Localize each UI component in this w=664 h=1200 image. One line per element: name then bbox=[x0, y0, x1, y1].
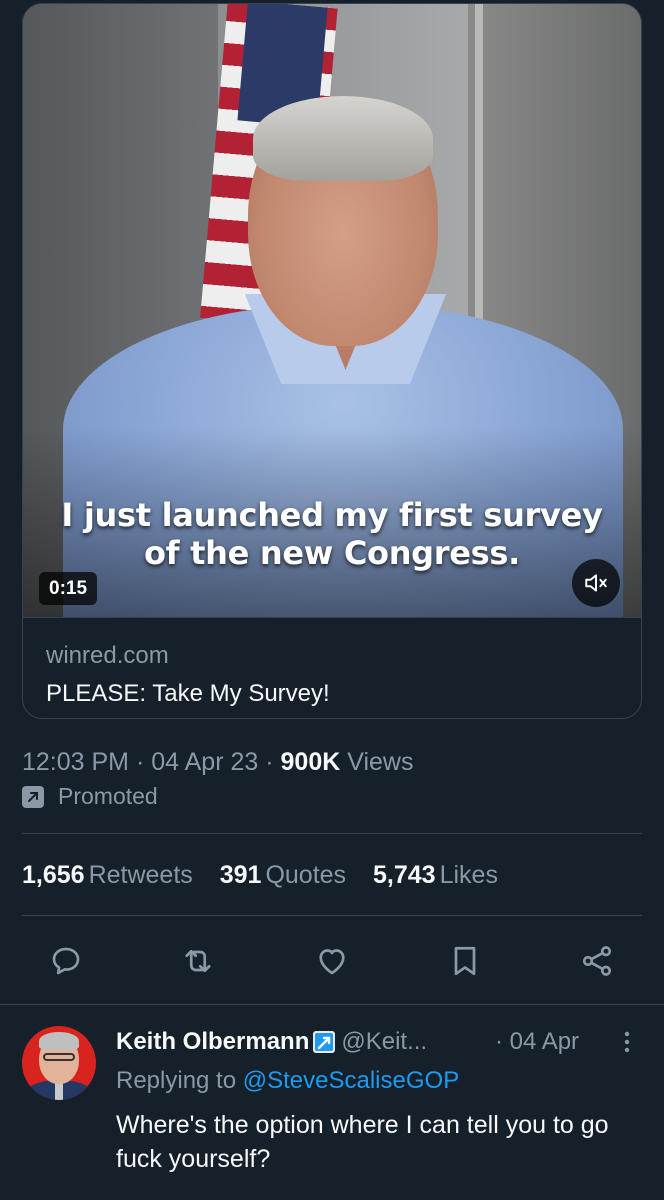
tweet-timestamp-row: 12:03 PM · 04 Apr 23 · 900K Views bbox=[22, 748, 413, 777]
reply-button[interactable] bbox=[48, 943, 84, 979]
likes-stat[interactable]: 5,743 Likes bbox=[373, 861, 498, 890]
avatar-hair bbox=[39, 1032, 79, 1050]
divider bbox=[22, 833, 642, 834]
separator-dot: · bbox=[265, 748, 281, 776]
video-door-frame bbox=[475, 4, 483, 334]
share-button[interactable] bbox=[579, 943, 615, 979]
like-icon bbox=[319, 949, 345, 975]
likes-label: Likes bbox=[439, 861, 498, 889]
retweets-stat[interactable]: 1,656 Retweets bbox=[22, 861, 193, 890]
views-label: Views bbox=[347, 748, 414, 776]
reply-author-handle[interactable]: @Keit... bbox=[341, 1028, 427, 1056]
reply-author-row: Keith Olbermann @Keit... bbox=[116, 1028, 427, 1056]
mute-button[interactable] bbox=[572, 559, 620, 607]
verified-checkmark-icon bbox=[313, 1031, 336, 1053]
bookmark-button[interactable] bbox=[447, 943, 483, 979]
replying-to-handle-link[interactable]: @SteveScaliseGOP bbox=[243, 1067, 459, 1094]
avatar-tie bbox=[55, 1082, 63, 1100]
promoted-arrow-icon bbox=[22, 785, 44, 808]
like-button[interactable] bbox=[314, 943, 350, 979]
avatar[interactable] bbox=[22, 1026, 96, 1100]
video-caption-line-1: I just launched my first survey bbox=[61, 496, 603, 534]
reply-author-name[interactable]: Keith Olbermann bbox=[116, 1028, 309, 1056]
reply-date[interactable]: · 04 Apr bbox=[495, 1028, 579, 1056]
more-vertical-icon bbox=[624, 1031, 630, 1053]
quotes-count: 391 bbox=[219, 861, 262, 889]
divider bbox=[0, 1004, 664, 1005]
link-domain: winred.com bbox=[46, 642, 169, 669]
tweet-action-bar bbox=[0, 935, 664, 987]
retweets-count: 1,656 bbox=[22, 861, 85, 889]
video-caption-line-2: of the new Congress. bbox=[143, 534, 521, 572]
likes-count: 5,743 bbox=[373, 861, 436, 889]
replying-to-prefix: Replying to bbox=[116, 1067, 237, 1094]
separator-dot: · bbox=[135, 748, 152, 776]
speaker-hair bbox=[253, 96, 433, 181]
link-preview[interactable]: winred.com PLEASE: Take My Survey! bbox=[23, 617, 641, 718]
tweet-date[interactable]: 04 Apr 23 bbox=[151, 748, 258, 776]
promoted-label: Promoted bbox=[58, 783, 158, 809]
quotes-label: Quotes bbox=[265, 861, 347, 889]
more-options-button[interactable] bbox=[616, 1028, 638, 1056]
reply-icon bbox=[52, 947, 80, 975]
promoted-indicator: Promoted bbox=[22, 783, 158, 810]
retweets-label: Retweets bbox=[88, 861, 193, 889]
reply-text: Where's the option where I can tell you … bbox=[116, 1111, 609, 1173]
replying-to-line: Replying to @SteveScaliseGOP bbox=[116, 1067, 459, 1095]
avatar-glasses bbox=[43, 1053, 75, 1061]
video-duration-badge: 0:15 bbox=[39, 572, 98, 605]
divider bbox=[22, 915, 642, 916]
quotes-stat[interactable]: 391 Quotes bbox=[220, 861, 346, 890]
engagement-stats: 1,656 Retweets 391 Quotes 5,743 Likes bbox=[22, 861, 518, 890]
video-caption: I just launched my first survey of the n… bbox=[23, 496, 641, 572]
retweet-button[interactable] bbox=[180, 943, 216, 979]
tweet-time[interactable]: 12:03 PM bbox=[22, 748, 129, 776]
promoted-media-card[interactable]: I just launched my first survey of the n… bbox=[22, 3, 642, 719]
speaker-muted-icon bbox=[585, 574, 607, 592]
video-player[interactable]: I just launched my first survey of the n… bbox=[23, 4, 641, 617]
link-title[interactable]: PLEASE: Take My Survey! bbox=[46, 680, 330, 708]
views-count: 900K bbox=[280, 748, 341, 776]
retweet-icon bbox=[185, 949, 211, 973]
bookmark-icon bbox=[454, 946, 476, 976]
share-icon bbox=[582, 946, 612, 976]
